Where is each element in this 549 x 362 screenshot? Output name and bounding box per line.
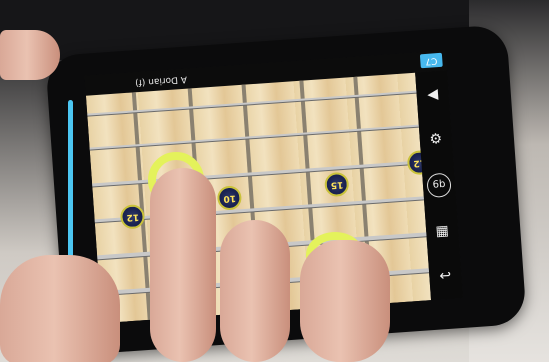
photo-scene: A Dorian (f) 12 10 15 12 ◀ ⚙ 6b ▦ ↩ C7 [0, 0, 549, 362]
fretboard-view-icon[interactable]: ▦ [431, 220, 454, 243]
note-marker[interactable]: 10 [216, 185, 243, 211]
play-icon[interactable]: ◀ [421, 82, 444, 105]
circle-label-icon[interactable]: 6b [426, 172, 452, 199]
back-icon[interactable]: ↩ [434, 265, 457, 288]
gear-icon[interactable]: ⚙ [424, 127, 447, 150]
ring-finger [300, 240, 390, 362]
key-badge[interactable]: C7 [419, 52, 443, 69]
left-hand [0, 255, 120, 362]
left-fingertip [0, 30, 60, 80]
middle-finger [220, 220, 290, 362]
note-marker[interactable]: 15 [323, 171, 350, 198]
index-finger [150, 168, 216, 362]
